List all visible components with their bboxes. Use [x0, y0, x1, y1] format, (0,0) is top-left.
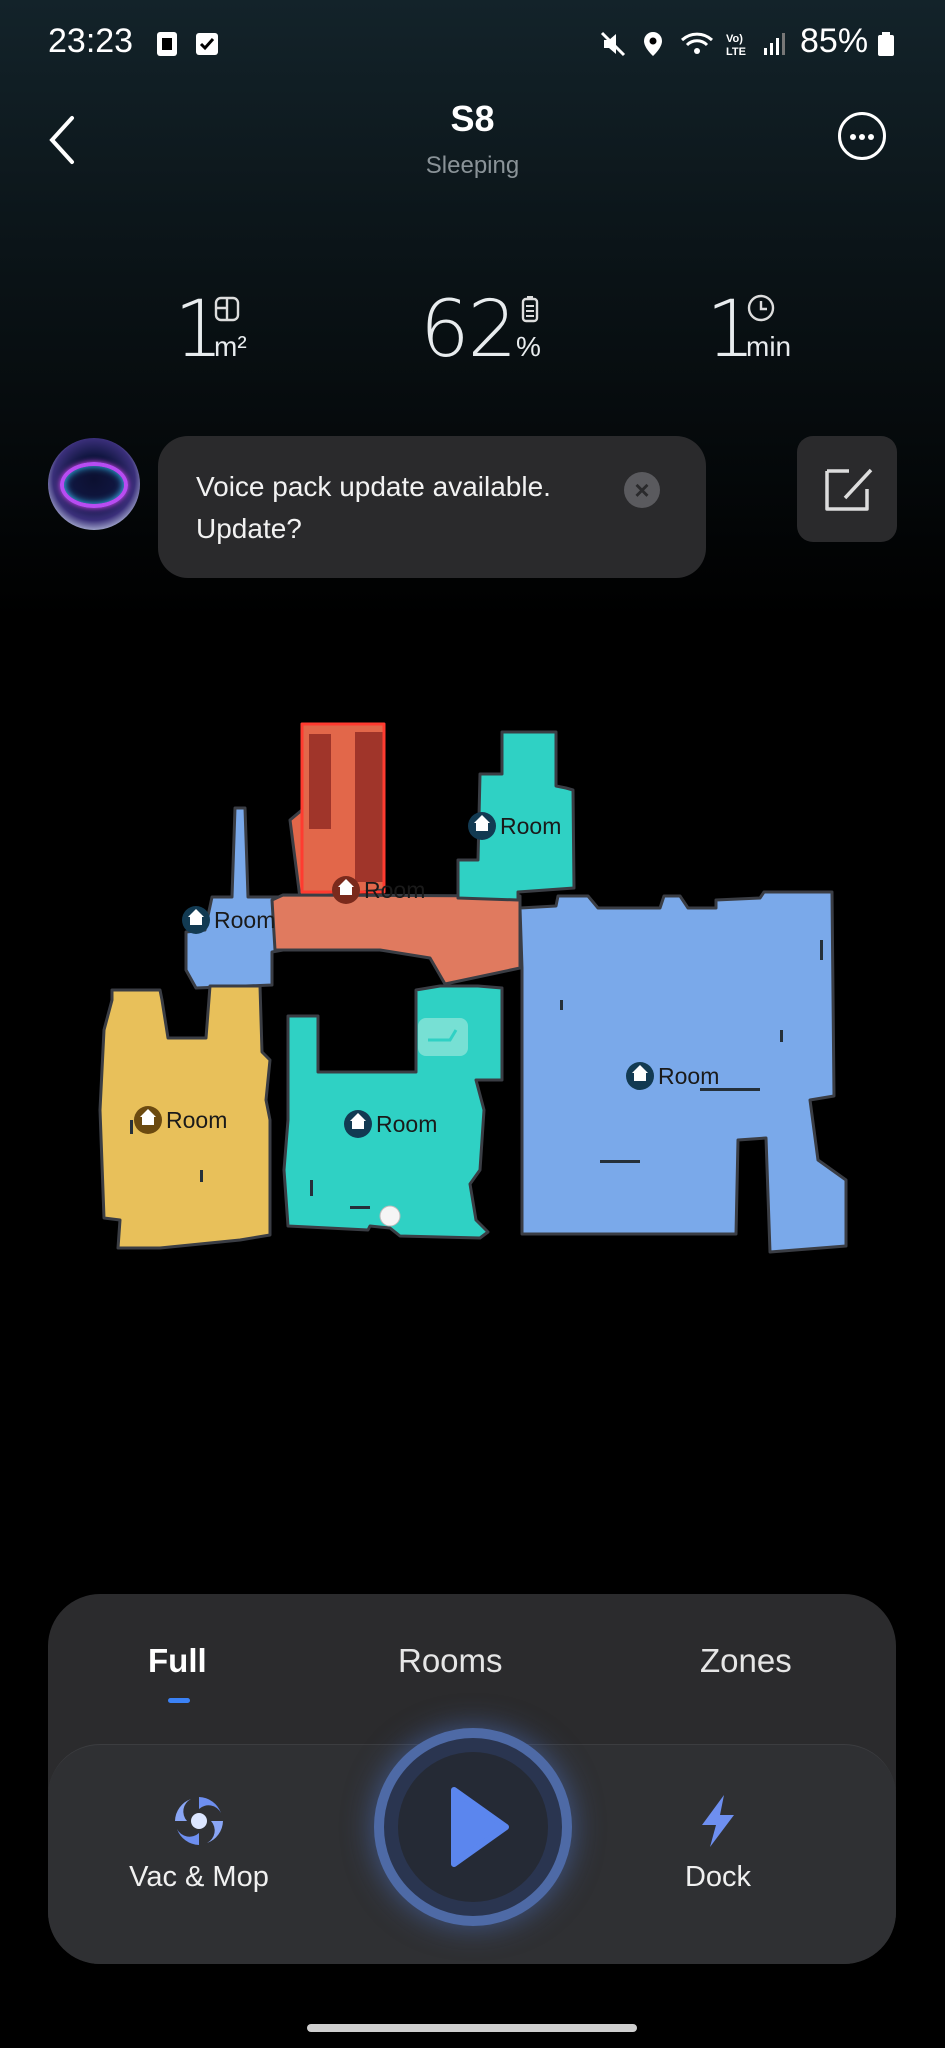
- tab-indicator: [168, 1698, 190, 1703]
- dock-button[interactable]: Dock: [648, 1791, 788, 1894]
- home-icon: [344, 1110, 372, 1138]
- mute-icon: [600, 31, 626, 57]
- vac-mop-label: Vac & Mop: [129, 1861, 269, 1893]
- home-icon: [134, 1106, 162, 1134]
- assistant-avatar[interactable]: [48, 438, 140, 530]
- room-label-yellow[interactable]: Room: [134, 1106, 227, 1134]
- lightning-icon: [702, 1795, 734, 1847]
- home-icon: [182, 906, 210, 934]
- control-panel: Full Rooms Zones Vac & Mop Dock: [48, 1594, 896, 1964]
- room-label-teal-main[interactable]: Room: [344, 1110, 437, 1138]
- robot-position: [379, 1205, 401, 1227]
- clock-icon: [747, 294, 775, 322]
- floor-plan[interactable]: [0, 700, 945, 1280]
- start-cleaning-button[interactable]: [374, 1728, 572, 1926]
- map-edit-icon: [825, 468, 873, 511]
- battery-icon: [878, 32, 894, 56]
- stat-time: 1 min: [706, 285, 791, 375]
- map-edit-button[interactable]: [797, 436, 897, 542]
- room-label-teal-top[interactable]: Room: [468, 812, 561, 840]
- sim-card-icon: [157, 32, 177, 56]
- location-icon: [644, 32, 662, 56]
- signal-icon: [764, 33, 785, 55]
- stat-area-unit: m²: [214, 331, 247, 362]
- status-bar: 23:23 Vo) LTE 85%: [0, 0, 945, 92]
- svg-text:LTE: LTE: [726, 46, 746, 58]
- stat-battery: 62 %: [420, 285, 541, 375]
- more-options-button[interactable]: [838, 112, 886, 160]
- area-icon: [214, 296, 240, 322]
- tab-zones[interactable]: Zones: [700, 1642, 792, 1680]
- stat-area: 1 m²: [174, 285, 247, 375]
- home-icon: [332, 876, 360, 904]
- voice-pack-notice[interactable]: Voice pack update available. Update? ×: [158, 436, 706, 578]
- dock-marker: [418, 1018, 468, 1056]
- room-label-blue-main[interactable]: Room: [626, 1062, 719, 1090]
- room-label-blue-left[interactable]: Room: [182, 906, 275, 934]
- vac-mop-icon: [175, 1797, 223, 1845]
- home-indicator[interactable]: [307, 2024, 637, 2032]
- tab-rooms[interactable]: Rooms: [398, 1642, 503, 1680]
- stat-battery-value: 62: [420, 285, 517, 375]
- notice-text: Voice pack update available. Update?: [196, 471, 551, 544]
- wifi-icon: [680, 32, 714, 54]
- room-label-red-top[interactable]: Room: [332, 876, 425, 904]
- checkbox-icon: [196, 33, 218, 55]
- battery-level-icon: [521, 296, 539, 323]
- stat-battery-unit: %: [516, 331, 541, 362]
- stat-time-unit: min: [746, 331, 792, 362]
- home-icon: [468, 812, 496, 840]
- tab-full[interactable]: Full: [148, 1642, 207, 1680]
- device-title: S8: [450, 98, 495, 139]
- dock-label: Dock: [684, 1861, 752, 1893]
- home-icon: [626, 1062, 654, 1090]
- vac-mop-button[interactable]: Vac & Mop: [110, 1791, 288, 1894]
- cleaning-map[interactable]: Room Room Room Room Room Room: [0, 700, 945, 1280]
- battery-percent: 85%: [800, 22, 869, 60]
- device-status: Sleeping: [425, 152, 520, 179]
- volte-icon: Vo) LTE: [726, 33, 746, 58]
- status-time: 23:23: [48, 22, 134, 60]
- room-blue-left: [184, 806, 285, 990]
- room-salmon-corridor: [270, 893, 522, 986]
- play-icon: [451, 1787, 509, 1867]
- svg-text:Vo): Vo): [726, 33, 743, 45]
- notice-close-button[interactable]: ×: [624, 472, 660, 508]
